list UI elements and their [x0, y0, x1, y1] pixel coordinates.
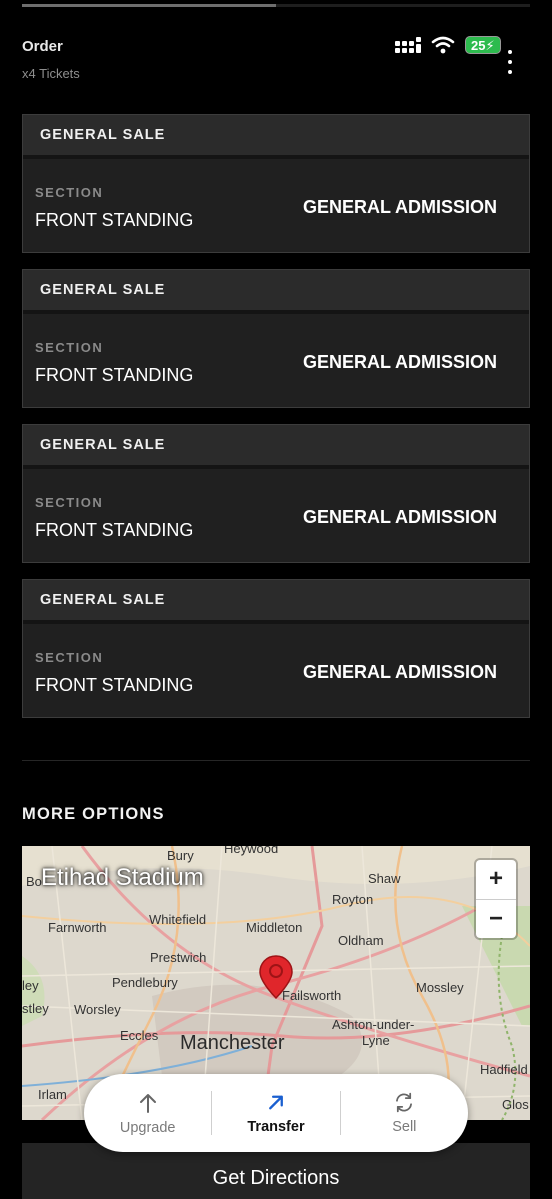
ticket-action-bar: Upgrade Transfer Sell — [84, 1074, 468, 1152]
map-label: ley — [22, 978, 39, 993]
map-label-city: Manchester — [180, 1032, 285, 1054]
page-progress-track — [22, 4, 530, 7]
sell-button[interactable]: Sell — [339, 1091, 468, 1135]
section-value: FRONT STANDING — [35, 210, 194, 230]
map-label: Bury — [167, 848, 194, 863]
section-label: SECTION — [35, 185, 104, 200]
map-label: Worsley — [74, 1002, 121, 1017]
ticket-card[interactable]: GENERAL SALE SECTION FRONT STANDING GENE… — [22, 114, 530, 253]
admission-type: GENERAL ADMISSION — [302, 507, 497, 527]
admission-type: GENERAL ADMISSION — [302, 662, 497, 682]
more-options-heading: MORE OPTIONS — [22, 805, 165, 823]
map-label: Prestwich — [150, 950, 207, 965]
section-label: SECTION — [35, 495, 104, 510]
map-label: Glos — [502, 1097, 529, 1112]
map-label: Hadfield — [480, 1062, 528, 1077]
signal-icon — [395, 37, 421, 53]
section-value: FRONT STANDING — [35, 520, 194, 540]
ticket-card[interactable]: GENERAL SALE SECTION FRONT STANDING GENE… — [22, 579, 530, 718]
ticket-sale-type: GENERAL SALE — [23, 580, 529, 624]
page-progress-fill — [22, 4, 276, 7]
transfer-button[interactable]: Transfer — [211, 1091, 339, 1135]
map-label: Bo — [26, 874, 42, 889]
ticket-card[interactable]: GENERAL SALE SECTION FRONT STANDING GENE… — [22, 269, 530, 408]
venue-name: Etihad Stadium — [41, 864, 204, 891]
map-label: Ashton-under- — [332, 1017, 415, 1032]
ticket-count: x4 Tickets — [22, 66, 80, 81]
map-label: Shaw — [368, 871, 401, 886]
more-menu-icon[interactable] — [503, 50, 517, 74]
upgrade-button[interactable]: Upgrade — [84, 1074, 211, 1152]
map-label: Farnworth — [48, 920, 107, 935]
map-label: Mossley — [416, 980, 464, 995]
arrow-up-right-icon — [269, 1095, 283, 1110]
battery-icon: 25⚡ — [465, 36, 501, 54]
admission-type: GENERAL ADMISSION — [302, 197, 497, 217]
map-label: Heywood — [224, 846, 279, 856]
map-label: Oldham — [338, 933, 384, 948]
battery-level: 25 — [471, 38, 486, 53]
status-bar: 25⚡ — [395, 34, 501, 56]
section-divider — [22, 760, 530, 761]
sell-label: Sell — [392, 1119, 417, 1135]
order-title: Order — [22, 38, 63, 55]
ticket-sale-type: GENERAL SALE — [23, 270, 529, 314]
refresh-icon — [396, 1092, 413, 1113]
map-zoom-control: + − — [476, 860, 516, 938]
ticket-order-screen: Order x4 Tickets 25⚡ GENERAL SALE SECTIO… — [0, 0, 552, 1199]
upgrade-label: Upgrade — [119, 1119, 176, 1136]
map-label: Eccles — [120, 1028, 159, 1043]
ticket-sale-type: GENERAL SALE — [23, 425, 529, 469]
map-label: Irlam — [38, 1087, 67, 1102]
transfer-label: Transfer — [247, 1119, 305, 1135]
map-pin-icon[interactable] — [258, 954, 294, 1000]
zoom-in-button[interactable]: + — [476, 860, 516, 900]
map-label: Pendlebury — [112, 975, 178, 990]
wifi-icon — [431, 36, 455, 54]
map-label: stley — [22, 1001, 49, 1016]
zoom-out-button[interactable]: − — [476, 900, 516, 939]
admission-type: GENERAL ADMISSION — [302, 352, 497, 372]
section-value: FRONT STANDING — [35, 365, 194, 385]
map-label: Whitefield — [149, 912, 207, 927]
section-label: SECTION — [35, 650, 104, 665]
ticket-card[interactable]: GENERAL SALE SECTION FRONT STANDING GENE… — [22, 424, 530, 563]
section-label: SECTION — [35, 340, 104, 355]
map-label: Middleton — [246, 920, 303, 935]
section-value: FRONT STANDING — [35, 675, 194, 695]
map-label: Royton — [332, 892, 374, 907]
ticket-sale-type: GENERAL SALE — [23, 115, 529, 159]
map-label: Lyne — [362, 1033, 390, 1048]
arrow-up-icon — [139, 1093, 156, 1113]
